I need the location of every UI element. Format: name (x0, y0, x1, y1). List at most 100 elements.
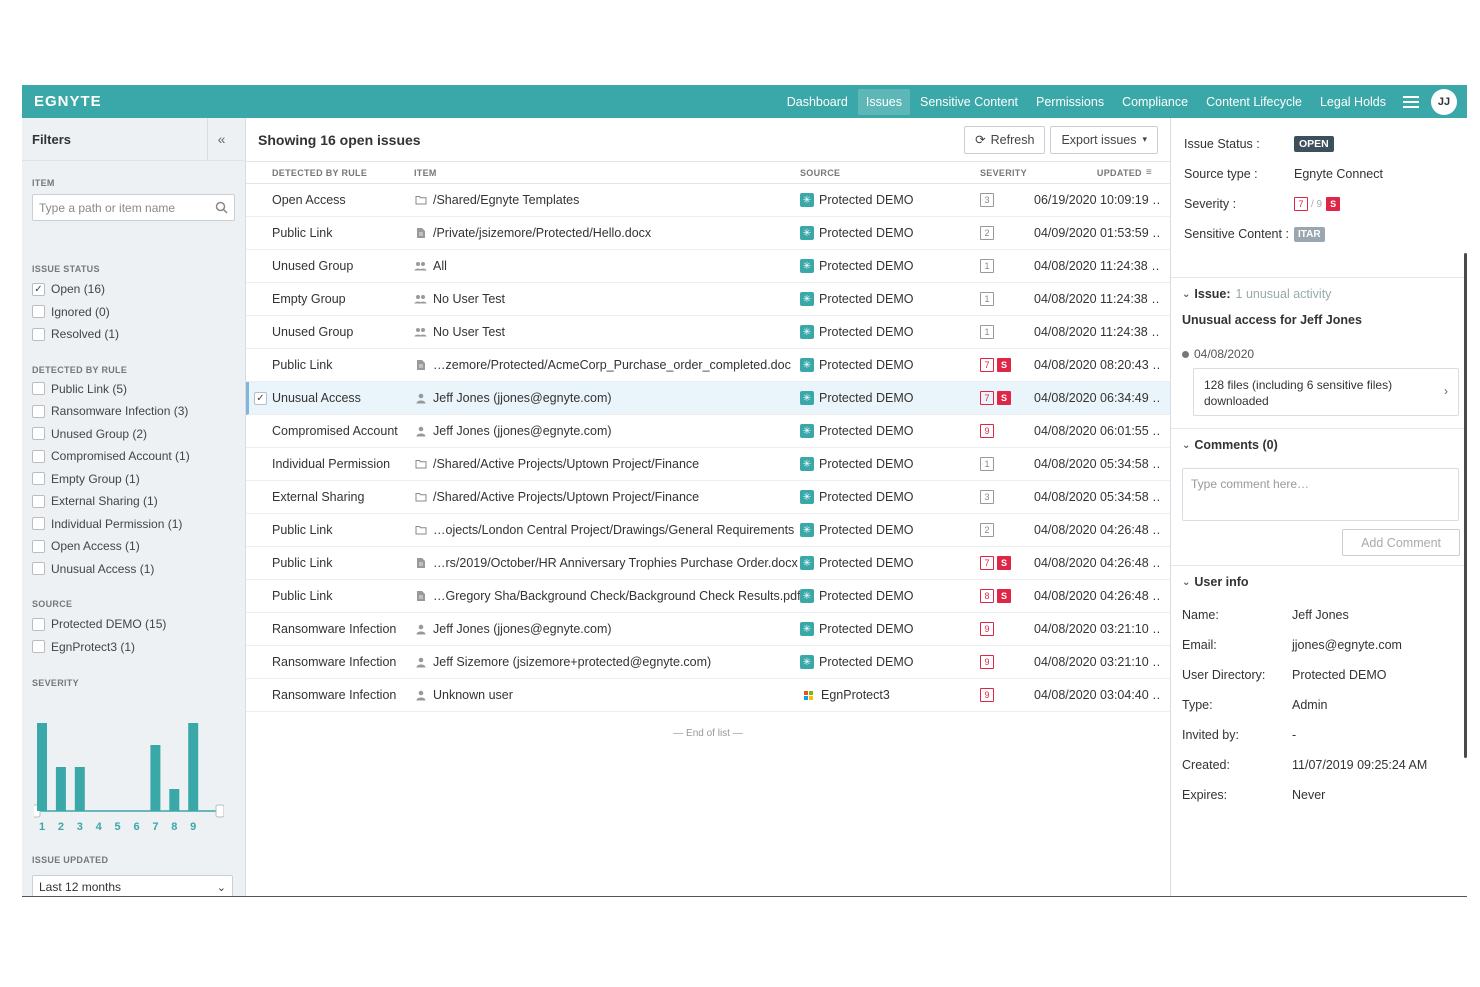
status-filter-option[interactable]: Resolved (1) (22, 323, 245, 346)
add-comment-button[interactable]: Add Comment (1342, 529, 1460, 556)
severity-bar-2[interactable] (55, 767, 66, 811)
hamburger-menu-icon[interactable] (1403, 95, 1419, 108)
nav-issues[interactable]: Issues (857, 88, 911, 115)
checkbox[interactable] (32, 617, 45, 631)
nav-content-lifecycle[interactable]: Content Lifecycle (1198, 89, 1310, 115)
item-path[interactable]: No User Test (433, 325, 505, 339)
nav-legal-holds[interactable]: Legal Holds (1312, 89, 1394, 115)
row-select-cell[interactable]: ✓ (249, 391, 272, 405)
table-row[interactable]: Individual Permission/Shared/Active Proj… (246, 448, 1170, 481)
export-issues-button[interactable]: Export issues ▾ (1050, 125, 1158, 154)
item-path[interactable]: /Shared/Egnyte Templates (433, 193, 579, 207)
severity-bar-8[interactable] (169, 789, 180, 811)
rule-filter-option[interactable]: Compromised Account (1) (22, 445, 245, 468)
checkbox[interactable]: ✓ (32, 282, 45, 296)
item-path[interactable]: /Shared/Active Projects/Uptown Project/F… (433, 457, 699, 471)
severity-bar-7[interactable] (150, 745, 161, 811)
table-row[interactable]: Compromised Account Jeff Jones (jjones@eg… (246, 415, 1170, 448)
table-row[interactable]: Ransomware Infection Jeff Sizemore (jsize… (246, 646, 1170, 679)
severity-bar-1[interactable] (37, 723, 47, 811)
item-path[interactable]: Jeff Jones (jjones@egnyte.com) (433, 622, 612, 636)
nav-dashboard[interactable]: Dashboard (779, 89, 856, 115)
nav-compliance[interactable]: Compliance (1114, 89, 1196, 115)
nav-permissions[interactable]: Permissions (1028, 89, 1112, 115)
collapse-sidebar-icon[interactable]: « (207, 118, 235, 161)
checkbox[interactable] (32, 305, 45, 319)
checkbox[interactable] (32, 427, 45, 441)
user-info-section-toggle[interactable]: ⌄ User info (1171, 565, 1467, 598)
rule-filter-option[interactable]: Individual Permission (1) (22, 513, 245, 536)
egnyte-logo[interactable]: EGNYTE (34, 93, 102, 110)
rule-filter-option[interactable]: External Sharing (1) (22, 490, 245, 513)
item-path[interactable]: All (433, 259, 447, 273)
comments-section-toggle[interactable]: ⌄ Comments (0) (1171, 428, 1467, 461)
checkbox[interactable] (32, 472, 45, 486)
item-path[interactable]: …ojects/London Central Project/Drawings/… (433, 523, 794, 537)
checkbox[interactable] (32, 517, 45, 531)
item-path[interactable]: Jeff Jones (jjones@egnyte.com) (433, 391, 612, 405)
table-row[interactable]: Unused Group No User Test ✳ Protected DEMO 1… (246, 316, 1170, 349)
table-row[interactable]: Public Link …zemore/Protected/AcmeCorp_Pu… (246, 349, 1170, 382)
issue-updated-select[interactable]: Last 12 months ⌄ (32, 875, 233, 896)
issue-section-toggle[interactable]: ⌄ Issue: 1 unusual activity (1171, 277, 1467, 310)
col-detected-by-rule[interactable]: DETECTED BY RULE (272, 168, 414, 178)
rule-filter-option[interactable]: Empty Group (1) (22, 468, 245, 491)
severity-bar-3[interactable] (74, 767, 85, 811)
status-filter-option[interactable]: Ignored (0) (22, 301, 245, 324)
col-severity[interactable]: SEVERITY (980, 168, 1034, 178)
rule-filter-option[interactable]: Unusual Access (1) (22, 558, 245, 581)
checkbox[interactable] (32, 640, 45, 654)
table-row[interactable]: Empty Group No User Test ✳ Protected DEMO 1 0… (246, 283, 1170, 316)
item-path[interactable]: Jeff Sizemore (jsizemore+protected@egnyt… (433, 655, 711, 669)
nav-sensitive-content[interactable]: Sensitive Content (912, 89, 1026, 115)
checkbox[interactable] (32, 382, 45, 396)
checkbox[interactable] (32, 539, 45, 553)
comment-input[interactable]: Type comment here… (1182, 468, 1459, 521)
item-path[interactable]: …rs/2019/October/HR Anniversary Trophies… (433, 556, 798, 570)
item-search-input[interactable]: Type a path or item name (32, 194, 235, 221)
refresh-button[interactable]: ⟳ Refresh (964, 125, 1046, 154)
checkbox[interactable] (32, 562, 45, 576)
table-row[interactable]: External Sharing/Shared/Active Projects/… (246, 481, 1170, 514)
table-row[interactable]: Unused Group All ✳ Protected DEMO 1 04/08/202… (246, 250, 1170, 283)
table-row[interactable]: Public Link …rs/2019/October/HR Anniversa… (246, 547, 1170, 580)
user-avatar[interactable]: JJ (1431, 88, 1457, 115)
detail-scrollbar[interactable] (1464, 253, 1467, 758)
severity-histogram[interactable]: 1 2 3 456 7 8 9 (34, 723, 224, 833)
item-path[interactable]: No User Test (433, 292, 505, 306)
item-path[interactable]: /Private/jsizemore/Protected/Hello.docx (433, 226, 651, 240)
item-path[interactable]: …Gregory Sha/Background Check/Background… (433, 589, 800, 603)
row-checkbox[interactable]: ✓ (254, 391, 267, 405)
table-row[interactable]: Public Link/Private/jsizemore/Protected/… (246, 217, 1170, 250)
source-filter-option[interactable]: Protected DEMO (15) (22, 613, 245, 636)
cell-item: …ojects/London Central Project/Drawings/… (414, 523, 800, 537)
item-path[interactable]: Unknown user (433, 688, 513, 702)
source-filter-option[interactable]: EgnProtect3 (1) (22, 636, 245, 659)
checkbox[interactable] (32, 327, 45, 341)
table-row[interactable]: Open Access/Shared/Egnyte Templates ✳ Prot… (246, 184, 1170, 217)
item-path[interactable]: /Shared/Active Projects/Uptown Project/F… (433, 490, 699, 504)
sort-icon[interactable]: ≡ (1146, 167, 1152, 178)
table-row[interactable]: Ransomware Infection Unknown user EgnProte… (246, 679, 1170, 712)
col-source[interactable]: SOURCE (800, 168, 980, 178)
table-row[interactable]: Ransomware Infection Jeff Jones (jjones@e… (246, 613, 1170, 646)
item-path[interactable]: Jeff Jones (jjones@egnyte.com) (433, 424, 612, 438)
severity-bar-9[interactable] (188, 723, 199, 811)
col-item[interactable]: ITEM (414, 168, 800, 178)
item-path[interactable]: …zemore/Protected/AcmeCorp_Purchase_orde… (433, 358, 791, 372)
col-updated[interactable]: UPDATED ≡ (1034, 167, 1160, 178)
table-row[interactable]: Public Link …Gregory Sha/Background Check… (246, 580, 1170, 613)
checkbox[interactable] (32, 449, 45, 463)
table-row[interactable]: ✓ Unusual Access Jeff Jones (jjones@egnyte… (246, 382, 1170, 415)
rule-filter-option[interactable]: Public Link (5) (22, 378, 245, 401)
range-handle-max[interactable] (215, 804, 224, 818)
status-filter-option[interactable]: ✓ Open (16) (22, 278, 245, 301)
search-icon[interactable] (215, 201, 228, 214)
activity-card[interactable]: 128 files (including 6 sensitive files) … (1193, 368, 1459, 416)
rule-filter-option[interactable]: Ransomware Infection (3) (22, 400, 245, 423)
checkbox[interactable] (32, 494, 45, 508)
rule-filter-option[interactable]: Open Access (1) (22, 535, 245, 558)
checkbox[interactable] (32, 404, 45, 418)
rule-filter-option[interactable]: Unused Group (2) (22, 423, 245, 446)
table-row[interactable]: Public Link …ojects/London Central Projec… (246, 514, 1170, 547)
